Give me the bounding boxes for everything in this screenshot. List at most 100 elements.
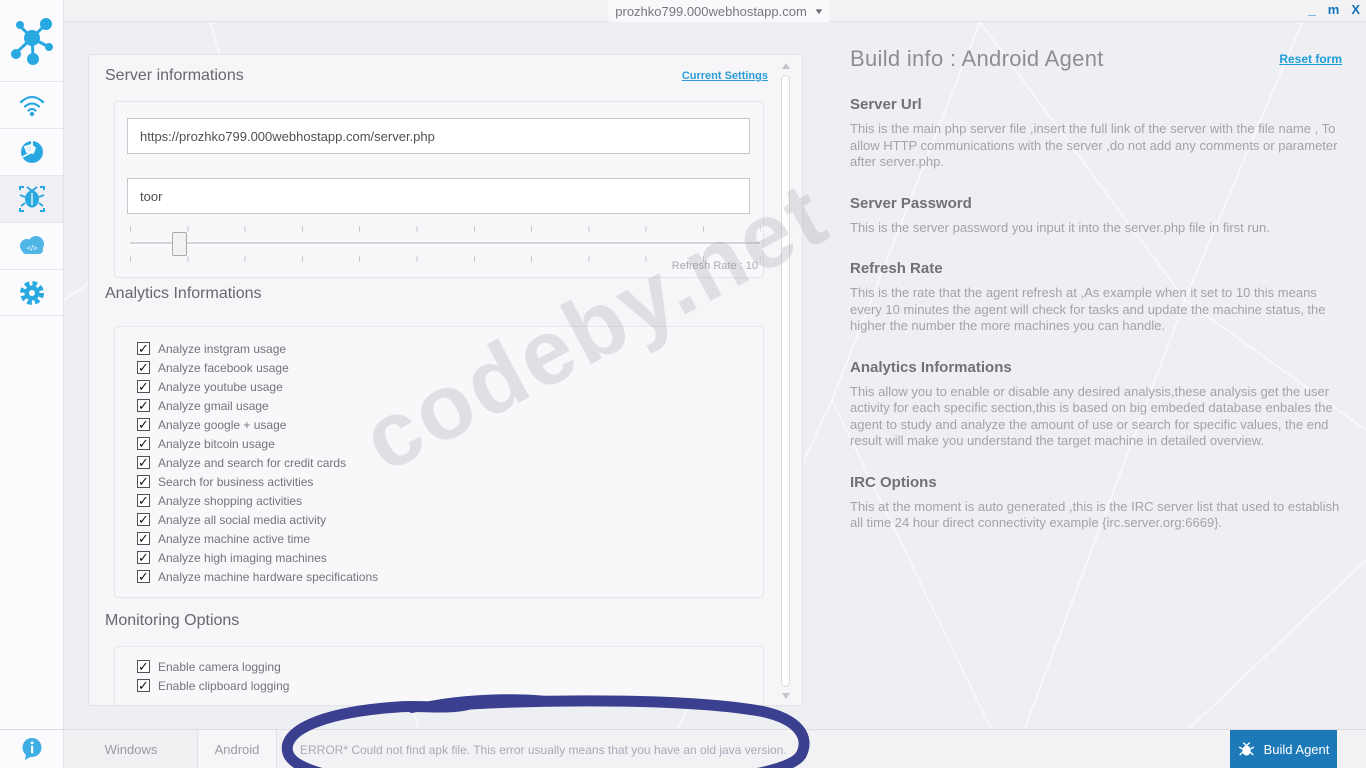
- checkbox[interactable]: ✓: [137, 456, 150, 469]
- footer-bar: Windows Android ERROR* Could not find ap…: [0, 729, 1366, 768]
- close-button[interactable]: X: [1351, 2, 1360, 17]
- checkbox-option[interactable]: ✓ Analyze and search for credit cards: [137, 453, 763, 472]
- checkbox-option[interactable]: ✓ Analyze shopping activities: [137, 491, 763, 510]
- checkbox-label: Analyze shopping activities: [158, 493, 303, 508]
- analytics-options-group: ✓ Analyze instgram usage ✓ Analyze facebook…: [114, 326, 764, 598]
- monitoring-options-group: ✓ Enable camera logging ✓ Enable clipboard …: [114, 646, 764, 706]
- error-message: ERROR* Could not find apk file. This err…: [300, 742, 787, 757]
- info-sections: Server Url This is the main php server fi…: [850, 96, 1350, 532]
- checkbox[interactable]: ✓: [137, 342, 150, 355]
- checkbox-label: Analyze youtube usage: [158, 379, 283, 394]
- current-settings-link[interactable]: Current Settings: [682, 70, 768, 82]
- checkbox[interactable]: ✓: [137, 513, 150, 526]
- checkbox[interactable]: ✓: [137, 532, 150, 545]
- checkbox-option[interactable]: ✓ Enable camera logging: [137, 657, 763, 676]
- server-password-input[interactable]: [127, 178, 750, 214]
- info-section-body: This is the rate that the agent refresh …: [850, 285, 1326, 333]
- sidebar: </>: [0, 0, 64, 768]
- window-controls: _ m X: [1309, 2, 1360, 17]
- checkbox-label: Search for business activities: [158, 474, 314, 489]
- checkbox[interactable]: ✓: [137, 361, 150, 374]
- checkbox-option[interactable]: ✓ Analyze youtube usage: [137, 377, 763, 396]
- sidebar-item-cloud-code[interactable]: </>: [0, 222, 63, 269]
- info-section-body: This at the moment is auto generated ,th…: [850, 498, 1340, 531]
- checkbox[interactable]: ✓: [137, 551, 150, 564]
- checkbox-label: Analyze and search for credit cards: [158, 455, 347, 470]
- info-section-body: This is the server password you input it…: [850, 219, 1270, 235]
- refresh-rate-value: Refresh Rate : 10: [671, 260, 758, 272]
- info-section-body: This allow you to enable or disable any …: [850, 383, 1333, 449]
- info-section-heading: Server Url: [850, 96, 922, 113]
- scrollbar-thumb[interactable]: [781, 75, 790, 687]
- checkbox-option[interactable]: ✓ Analyze machine active time: [137, 529, 763, 548]
- checkbox-label: Analyze google + usage: [158, 417, 287, 432]
- checkbox-label: Enable clipboard logging: [158, 678, 290, 693]
- network-logo-icon: [10, 17, 53, 65]
- form-scrollbar[interactable]: [781, 61, 791, 701]
- sidebar-item-wifi[interactable]: [0, 81, 63, 128]
- checkbox[interactable]: ✓: [137, 399, 150, 412]
- maximize-button[interactable]: m: [1328, 2, 1340, 17]
- info-section-heading: Analytics Informations: [850, 358, 1012, 376]
- checkbox[interactable]: ✓: [137, 570, 150, 583]
- bug-icon: [1238, 741, 1254, 756]
- checkbox-option[interactable]: ✓ Analyze facebook usage: [137, 358, 763, 377]
- info-section-heading: Refresh Rate: [850, 260, 943, 277]
- monitoring-options-title: Monitoring Options: [105, 612, 240, 629]
- info-section-heading: IRC Options: [850, 473, 937, 491]
- analytics-informations-title: Analytics Informations: [105, 285, 262, 302]
- checkbox[interactable]: ✓: [137, 660, 150, 673]
- checkbox-label: Analyze machine active time: [158, 531, 311, 546]
- tab-windows[interactable]: Windows: [65, 730, 198, 768]
- refresh-rate-slider[interactable]: Refresh Rate : 10: [130, 224, 761, 272]
- scroll-up-icon[interactable]: [782, 63, 790, 69]
- checkbox[interactable]: ✓: [137, 475, 150, 488]
- checkbox-option[interactable]: ✓ Analyze gmail usage: [137, 396, 763, 415]
- cloud-code-icon: </>: [19, 236, 44, 254]
- svg-text:</>: </>: [26, 244, 37, 253]
- checkbox-option[interactable]: ✓ Analyze machine hardware specifications: [137, 567, 763, 586]
- build-info-title: Build info : Android Agent: [850, 46, 1104, 71]
- checkbox[interactable]: ✓: [137, 418, 150, 431]
- info-section-heading: Server Password: [850, 194, 972, 212]
- slider-track[interactable]: [130, 242, 760, 245]
- bug-icon: [18, 186, 45, 212]
- minimize-button[interactable]: _: [1309, 2, 1316, 17]
- checkbox-option[interactable]: ✓ Analyze bitcoin usage: [137, 434, 763, 453]
- info-icon[interactable]: [20, 737, 44, 761]
- wifi-icon: [19, 95, 44, 117]
- checkbox-option[interactable]: ✓ Analyze all social media activity: [137, 510, 763, 529]
- tab-android[interactable]: Android: [198, 730, 277, 768]
- info-section-body: This is the main php server file ,insert…: [850, 121, 1338, 169]
- checkbox[interactable]: ✓: [137, 679, 150, 692]
- checkbox-label: Analyze instgram usage: [158, 341, 287, 356]
- reset-form-link[interactable]: Reset form: [1279, 52, 1342, 66]
- slider-ticks-bottom: [130, 256, 761, 262]
- scroll-down-icon[interactable]: [782, 693, 790, 699]
- server-url-input[interactable]: [127, 118, 750, 154]
- checkbox[interactable]: ✓: [137, 494, 150, 507]
- checkbox-label: Analyze gmail usage: [158, 398, 269, 413]
- checkbox[interactable]: ✓: [137, 437, 150, 450]
- checkbox-option[interactable]: ✓ Enable clipboard logging: [137, 676, 763, 695]
- agent-form-panel: Server informations Current Settings Ref…: [88, 54, 803, 706]
- chevron-down-icon: ▼: [813, 6, 825, 16]
- checkbox-option[interactable]: ✓ Analyze high imaging machines: [137, 548, 763, 567]
- app-logo: [0, 0, 63, 81]
- build-agent-button[interactable]: Build Agent: [1230, 730, 1337, 768]
- slider-ticks-top: [130, 226, 761, 232]
- app-window: prozhko799.000webhostapp.com ▼ _ m X </>…: [0, 0, 1366, 768]
- checkbox-option[interactable]: ✓ Search for business activities: [137, 472, 763, 491]
- checkbox-label: Analyze high imaging machines: [158, 550, 327, 565]
- checkbox-label: Analyze all social media activity: [158, 512, 327, 527]
- checkbox-option[interactable]: ✓ Analyze instgram usage: [137, 339, 763, 358]
- gear-icon: [19, 280, 44, 305]
- sidebar-item-settings[interactable]: [0, 269, 63, 316]
- sidebar-item-analytics[interactable]: [0, 128, 63, 175]
- slider-thumb[interactable]: [172, 232, 187, 256]
- checkbox-option[interactable]: ✓ Analyze google + usage: [137, 415, 763, 434]
- server-dropdown-label: prozhko799.000webhostapp.com: [615, 3, 807, 19]
- sidebar-item-agent-builder[interactable]: [0, 175, 63, 222]
- server-dropdown[interactable]: prozhko799.000webhostapp.com ▼: [608, 0, 830, 22]
- checkbox[interactable]: ✓: [137, 380, 150, 393]
